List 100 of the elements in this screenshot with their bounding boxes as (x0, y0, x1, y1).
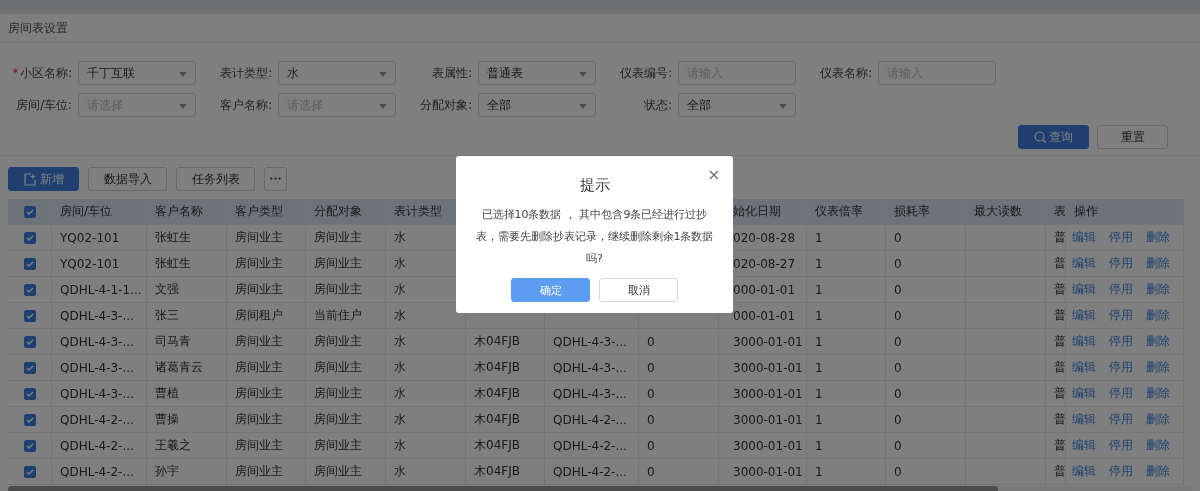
row-action-link[interactable]: 删除 (1146, 229, 1170, 246)
table-cell: 0 (886, 251, 966, 277)
caret-icon (579, 72, 587, 77)
checkbox[interactable] (23, 335, 36, 348)
toolbar-button[interactable]: 数据导入 (88, 167, 167, 191)
table-cell: 房间业主 (227, 329, 306, 355)
row-action-link[interactable]: 编辑 (1072, 229, 1096, 246)
row-action-link[interactable]: 停用 (1109, 385, 1133, 402)
row-action-link[interactable]: 停用 (1109, 411, 1133, 428)
table-cell: 3000-01-01 (719, 329, 807, 355)
reset-button[interactable]: 重置 (1097, 125, 1168, 149)
row-action-link[interactable]: 删除 (1146, 411, 1170, 428)
table-cell: 曹植 (147, 381, 227, 407)
table-cell: 3000-01-01 (719, 433, 807, 459)
select-field[interactable]: 千丁互联 (78, 61, 196, 85)
row-action-link[interactable]: 编辑 (1072, 255, 1096, 272)
search-icon (1034, 131, 1046, 143)
table-cell: 房间业主 (227, 381, 306, 407)
table-cell: QDHL-4-2-... (52, 433, 147, 459)
row-action-link[interactable]: 删除 (1146, 437, 1170, 454)
row-action-link[interactable]: 停用 (1109, 307, 1133, 324)
checkbox[interactable] (23, 413, 36, 426)
row-action-link[interactable]: 停用 (1109, 463, 1133, 480)
table-cell: 1 (807, 381, 886, 407)
table-cell: 3000-01-01 (719, 407, 807, 433)
table-cell: 张虹生 (147, 225, 227, 251)
table-cell: 水 (386, 381, 466, 407)
table-cell: 木04FJB (466, 407, 545, 433)
row-action-link[interactable]: 编辑 (1072, 437, 1096, 454)
field-label: 仪表名称: (820, 65, 872, 81)
table-cell: QDHL-4-3-... (545, 329, 639, 355)
table-cell: 0 (886, 459, 966, 485)
cancel-button[interactable]: 取消 (599, 278, 678, 302)
table-cell: 3000-01-01 (719, 459, 807, 485)
checkbox[interactable] (23, 231, 36, 244)
table-cell: 0 (886, 381, 966, 407)
table-cell: 普 (1046, 277, 1066, 303)
table-cell: 普 (1046, 407, 1066, 433)
row-action-link[interactable]: 停用 (1109, 255, 1133, 272)
row-action-link[interactable]: 编辑 (1072, 307, 1096, 324)
row-action-link[interactable]: 删除 (1146, 307, 1170, 324)
confirm-button[interactable]: 确定 (511, 278, 590, 302)
select-field[interactable]: 全部 (678, 93, 796, 117)
table-cell: 房间业主 (306, 277, 386, 303)
table-cell: 房间业主 (306, 251, 386, 277)
table-cell: 1 (807, 251, 886, 277)
scrollbar[interactable] (8, 486, 1192, 491)
row-action-link[interactable]: 编辑 (1072, 385, 1096, 402)
table-cell: 普 (1046, 251, 1066, 277)
table-cell: 0 (639, 381, 719, 407)
row-action-link[interactable]: 删除 (1146, 333, 1170, 350)
row-action-link[interactable]: 停用 (1109, 229, 1133, 246)
column-header: 分配对象 (306, 199, 386, 225)
checkbox[interactable] (23, 257, 36, 270)
table-cell: 张虹生 (147, 251, 227, 277)
checkbox[interactable] (23, 309, 36, 322)
column-header: 客户类型 (227, 199, 306, 225)
table-cell: 0 (886, 407, 966, 433)
row-action-link[interactable]: 停用 (1109, 437, 1133, 454)
row-action-link[interactable]: 编辑 (1072, 281, 1096, 298)
checkbox[interactable] (23, 465, 36, 478)
dialog-title: 提示 (578, 176, 611, 195)
row-action-link[interactable]: 停用 (1109, 359, 1133, 376)
column-header: 操作 (1066, 199, 1184, 225)
table-cell: 普 (1046, 329, 1066, 355)
table-cell: 水 (386, 329, 466, 355)
table-cell: 1 (807, 433, 886, 459)
table-cell: 房间业主 (306, 355, 386, 381)
select-field[interactable]: 全部 (478, 93, 596, 117)
field-label: 分配对象: (420, 97, 472, 113)
checkbox[interactable] (23, 387, 36, 400)
row-action-link[interactable]: 删除 (1146, 385, 1170, 402)
select-field[interactable]: 水 (278, 61, 396, 85)
checkbox[interactable] (23, 439, 36, 452)
column-header: 表 (1046, 199, 1066, 225)
row-action-link[interactable]: 停用 (1109, 333, 1133, 350)
checkbox[interactable] (23, 283, 36, 296)
row-action-link[interactable]: 删除 (1146, 281, 1170, 298)
search-button[interactable]: 查询 (1018, 125, 1089, 149)
row-action-link[interactable]: 删除 (1146, 255, 1170, 272)
row-action-link[interactable]: 编辑 (1072, 411, 1096, 428)
table-cell: 0 (639, 407, 719, 433)
row-action-link[interactable]: 停用 (1109, 281, 1133, 298)
checkbox[interactable] (23, 205, 36, 218)
row-action-link[interactable]: 删除 (1146, 463, 1170, 480)
table-cell: 0 (639, 329, 719, 355)
row-action-link[interactable]: 删除 (1146, 359, 1170, 376)
row-action-link[interactable]: 编辑 (1072, 463, 1096, 480)
table-cell: 普 (1046, 355, 1066, 381)
close-icon[interactable] (709, 170, 719, 180)
row-action-link[interactable]: 编辑 (1072, 333, 1096, 350)
toolbar-button[interactable]: 任务列表 (176, 167, 255, 191)
checkbox[interactable] (23, 361, 36, 374)
add-button[interactable]: 新增 (8, 167, 79, 191)
table-cell: 0 (886, 303, 966, 329)
row-action-link[interactable]: 编辑 (1072, 359, 1096, 376)
caret-icon (579, 104, 587, 109)
table-cell: 曹操 (147, 407, 227, 433)
table-cell: 房间业主 (227, 459, 306, 485)
select-field[interactable]: 普通表 (478, 61, 596, 85)
